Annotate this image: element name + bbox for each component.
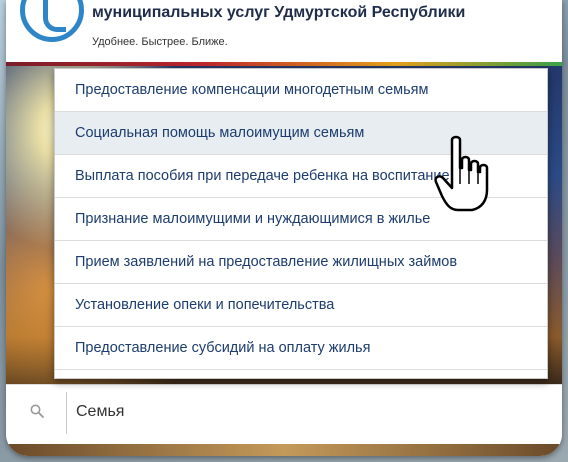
site-title: муниципальных услуг Удмуртской Республик…: [92, 4, 466, 21]
site-header: муниципальных услуг Удмуртской Республик…: [6, 0, 562, 62]
search-icon[interactable]: [30, 404, 44, 418]
footer-strip: [6, 444, 562, 456]
portal-logo-icon[interactable]: [20, 0, 84, 42]
search-divider: [66, 392, 67, 434]
site-slogan: Удобнее. Быстрее. Ближе.: [92, 36, 228, 48]
search-suggestions-dropdown: Предоставление компенсации многодетным с…: [54, 68, 548, 379]
suggestion-item-partial[interactable]: [55, 370, 547, 378]
suggestion-item[interactable]: Предоставление компенсации многодетным с…: [55, 69, 547, 112]
hand-pointer-icon: [434, 135, 489, 212]
suggestion-item[interactable]: Предоставление субсидий на оплату жилья: [55, 327, 547, 370]
search-input[interactable]: [74, 397, 538, 427]
suggestion-item[interactable]: Прием заявлений на предоставление жилищн…: [55, 241, 547, 284]
suggestion-item[interactable]: Установление опеки и попечительства: [55, 284, 547, 327]
